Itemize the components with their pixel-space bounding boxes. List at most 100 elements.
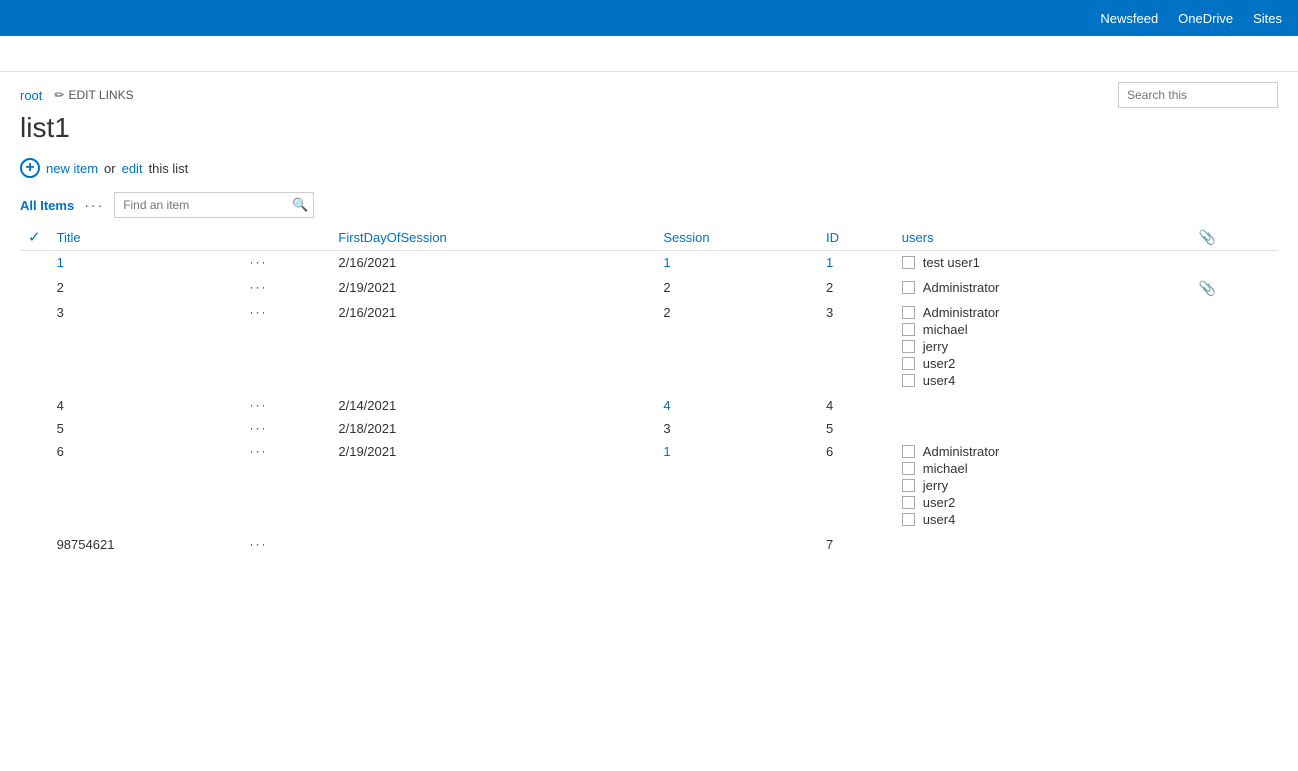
row-check-cell bbox=[20, 440, 49, 533]
row-session-cell: 2 bbox=[655, 301, 818, 394]
top-navigation: Newsfeed OneDrive Sites bbox=[0, 0, 1298, 36]
user-name: user4 bbox=[923, 512, 956, 527]
row-context-dots[interactable]: ··· bbox=[242, 276, 331, 301]
edit-list-link[interactable]: edit bbox=[122, 161, 143, 176]
row-session-cell: 2 bbox=[655, 276, 818, 301]
row-attach-cell bbox=[1191, 251, 1278, 277]
or-text: or bbox=[104, 161, 116, 176]
new-item-plus-button[interactable]: + bbox=[20, 158, 40, 178]
row-check-cell bbox=[20, 251, 49, 277]
user-name: Administrator bbox=[923, 280, 1000, 295]
sub-header bbox=[0, 36, 1298, 72]
row-context-dots[interactable]: ··· bbox=[242, 301, 331, 394]
edit-links-label: EDIT LINKS bbox=[68, 88, 133, 102]
row-context-dots[interactable]: ··· bbox=[242, 417, 331, 440]
row-attach-cell bbox=[1191, 533, 1278, 556]
row-id-cell: 7 bbox=[818, 533, 894, 556]
user-checkbox[interactable] bbox=[902, 496, 915, 509]
search-this-input[interactable] bbox=[1118, 82, 1278, 108]
row-firstday-cell: 2/14/2021 bbox=[330, 394, 655, 417]
row-context-dots[interactable]: ··· bbox=[242, 440, 331, 533]
user-item: user4 bbox=[902, 512, 1183, 527]
nav-sites[interactable]: Sites bbox=[1253, 11, 1282, 26]
user-checkbox[interactable] bbox=[902, 479, 915, 492]
row-session-cell bbox=[655, 533, 818, 556]
user-name: michael bbox=[923, 322, 968, 337]
user-item: michael bbox=[902, 461, 1183, 476]
col-title: Title bbox=[49, 224, 242, 251]
user-checkbox[interactable] bbox=[902, 513, 915, 526]
find-item-wrapper: 🔍 bbox=[114, 192, 314, 218]
user-checkbox[interactable] bbox=[902, 281, 915, 294]
new-item-link[interactable]: new item bbox=[46, 161, 98, 176]
row-session-cell[interactable]: 4 bbox=[655, 394, 818, 417]
user-item: michael bbox=[902, 322, 1183, 337]
row-title-cell: 98754621 bbox=[49, 533, 242, 556]
user-checkbox[interactable] bbox=[902, 306, 915, 319]
user-name: user2 bbox=[923, 356, 956, 371]
user-item: Administrator bbox=[902, 444, 1183, 459]
user-checkbox[interactable] bbox=[902, 445, 915, 458]
col-users: users bbox=[894, 224, 1191, 251]
col-dots bbox=[242, 224, 331, 251]
nav-onedrive[interactable]: OneDrive bbox=[1178, 11, 1233, 26]
row-context-dots[interactable]: ··· bbox=[242, 251, 331, 277]
row-users-cell: test user1 bbox=[894, 251, 1191, 277]
row-id-cell[interactable]: 1 bbox=[818, 251, 894, 277]
col-check: ✓ bbox=[20, 224, 49, 251]
user-checkbox[interactable] bbox=[902, 462, 915, 475]
main-content: root ✏ EDIT LINKS list1 + new item or ed… bbox=[0, 72, 1298, 771]
row-title-cell: 6 bbox=[49, 440, 242, 533]
row-id-cell: 5 bbox=[818, 417, 894, 440]
row-id-cell: 6 bbox=[818, 440, 894, 533]
user-name: Administrator bbox=[923, 444, 1000, 459]
row-context-dots[interactable]: ··· bbox=[242, 533, 331, 556]
user-name: test user1 bbox=[923, 255, 980, 270]
row-session-cell: 3 bbox=[655, 417, 818, 440]
user-item: Administrator bbox=[902, 280, 1183, 295]
list-table: ✓ Title FirstDayOfSession Session ID use… bbox=[20, 224, 1278, 556]
user-item: user2 bbox=[902, 356, 1183, 371]
edit-links-button[interactable]: ✏ EDIT LINKS bbox=[54, 88, 133, 102]
find-item-input[interactable] bbox=[114, 192, 314, 218]
row-firstday-cell bbox=[330, 533, 655, 556]
view-more-dots[interactable]: ··· bbox=[84, 197, 104, 213]
table-header-row: ✓ Title FirstDayOfSession Session ID use… bbox=[20, 224, 1278, 251]
nav-newsfeed[interactable]: Newsfeed bbox=[1100, 11, 1158, 26]
row-firstday-cell: 2/18/2021 bbox=[330, 417, 655, 440]
row-title-cell: 2 bbox=[49, 276, 242, 301]
table-row: 1···2/16/202111test user1 bbox=[20, 251, 1278, 277]
row-users-cell: Administratormichaeljerryuser2user4 bbox=[894, 440, 1191, 533]
user-name: user4 bbox=[923, 373, 956, 388]
table-row: 3···2/16/202123Administratormichaeljerry… bbox=[20, 301, 1278, 394]
breadcrumb-root[interactable]: root bbox=[20, 88, 42, 103]
row-attach-cell bbox=[1191, 301, 1278, 394]
user-checkbox[interactable] bbox=[902, 256, 915, 269]
row-session-cell[interactable]: 1 bbox=[655, 251, 818, 277]
user-checkbox[interactable] bbox=[902, 374, 915, 387]
col-id: ID bbox=[818, 224, 894, 251]
row-id-cell: 4 bbox=[818, 394, 894, 417]
header-check-icon: ✓ bbox=[28, 229, 41, 246]
view-bar: All Items ··· 🔍 bbox=[20, 192, 1278, 218]
row-check-cell bbox=[20, 533, 49, 556]
user-checkbox[interactable] bbox=[902, 340, 915, 353]
row-title-cell: 4 bbox=[49, 394, 242, 417]
row-context-dots[interactable]: ··· bbox=[242, 394, 331, 417]
row-firstday-cell: 2/19/2021 bbox=[330, 276, 655, 301]
this-list-text: this list bbox=[149, 161, 189, 176]
table-row: 5···2/18/202135 bbox=[20, 417, 1278, 440]
user-item: jerry bbox=[902, 478, 1183, 493]
user-checkbox[interactable] bbox=[902, 323, 915, 336]
user-checkbox[interactable] bbox=[902, 357, 915, 370]
row-attach-cell bbox=[1191, 440, 1278, 533]
page-title: list1 bbox=[20, 112, 1278, 144]
table-row: 6···2/19/202116Administratormichaeljerry… bbox=[20, 440, 1278, 533]
row-id-cell: 3 bbox=[818, 301, 894, 394]
row-title-cell[interactable]: 1 bbox=[49, 251, 242, 277]
user-item: jerry bbox=[902, 339, 1183, 354]
user-item: test user1 bbox=[902, 255, 1183, 270]
all-items-view[interactable]: All Items bbox=[20, 198, 74, 213]
row-session-cell[interactable]: 1 bbox=[655, 440, 818, 533]
table-row: 4···2/14/202144 bbox=[20, 394, 1278, 417]
